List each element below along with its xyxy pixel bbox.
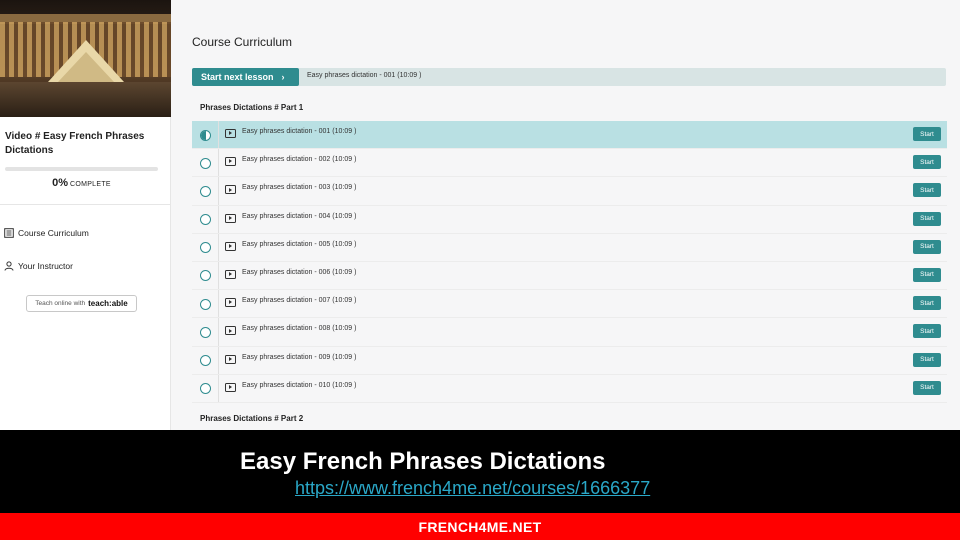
section-title-part-2: Phrases Dictations # Part 2: [200, 414, 304, 423]
lesson-status-icon: [200, 185, 211, 197]
video-icon: [225, 382, 236, 392]
progress-text: 0% COMPLETE: [5, 177, 158, 189]
progress-complete-label: COMPLETE: [69, 181, 111, 188]
start-lesson-button[interactable]: Start: [913, 324, 941, 339]
start-lesson-button[interactable]: Start: [913, 352, 941, 367]
start-lesson-button[interactable]: Start: [913, 239, 941, 254]
lesson-title: Easy phrases dictation - 001 (10:09 ): [242, 128, 357, 135]
lesson-title: Easy phrases dictation - 004 (10:09 ): [242, 212, 357, 220]
start-next-lesson-label: Start next lesson: [201, 72, 274, 82]
banner-title: Easy French Phrases Dictations: [240, 448, 606, 475]
lesson-status-icon: [200, 298, 211, 310]
lesson-status-icon: [200, 242, 211, 254]
progress-bar: [5, 167, 158, 171]
row-divider: [218, 149, 219, 177]
footer-site-name: FRENCH4ME.NET: [418, 518, 542, 535]
next-lesson-title: Easy phrases dictation - 001 (10:09 ): [307, 72, 422, 79]
start-next-lesson-button[interactable]: Start next lesson ›: [192, 68, 299, 86]
course-title: Video # Easy French Phrases Dictations: [5, 131, 145, 156]
lesson-row[interactable]: Easy phrases dictation - 001 (10:09 ) Sta…: [192, 121, 947, 150]
video-icon: [225, 241, 236, 251]
start-lesson-button[interactable]: Start: [913, 127, 941, 141]
footer-banner: FRENCH4ME.NET: [0, 513, 960, 540]
lesson-title: Easy phrases dictation - 006 (10:09 ): [242, 268, 357, 276]
video-icon: [225, 354, 236, 364]
video-icon: [225, 185, 236, 195]
course-url-link[interactable]: https://www.french4me.net/courses/166637…: [295, 478, 650, 499]
lesson-title: Easy phrases dictation - 002 (10:09 ): [242, 156, 357, 164]
row-divider: [218, 346, 219, 374]
pyramid-shade: [58, 52, 114, 82]
chevron-right-icon: ›: [281, 72, 285, 82]
course-thumbnail: [0, 0, 171, 117]
lesson-row[interactable]: Easy phrases dictation - 009 (10:09 ) Sta…: [192, 346, 947, 375]
lesson-status-icon: [200, 270, 211, 282]
video-icon: [225, 269, 236, 279]
next-lesson-bar: Start next lesson › Easy phrases dictati…: [192, 68, 946, 86]
start-lesson-button[interactable]: Start: [913, 183, 941, 198]
start-lesson-button[interactable]: Start: [913, 380, 941, 395]
lesson-status-icon: [200, 129, 211, 141]
lesson-title: Easy phrases dictation - 009 (10:09 ): [242, 353, 357, 361]
progress-percent: 0%: [52, 177, 68, 189]
lesson-list: Easy phrases dictation - 001 (10:09 ) Sta…: [192, 121, 947, 403]
lesson-row[interactable]: Easy phrases dictation - 002 (10:09 ) Sta…: [192, 149, 947, 178]
video-icon: [225, 157, 236, 167]
row-divider: [218, 121, 219, 149]
section-title-part-1: Phrases Dictations # Part 1: [200, 103, 304, 112]
row-divider: [218, 205, 219, 233]
lesson-row[interactable]: Easy phrases dictation - 010 (10:09 ) Sta…: [192, 374, 947, 403]
row-divider: [218, 374, 219, 402]
curriculum-icon: [4, 228, 14, 238]
row-divider: [218, 233, 219, 261]
lesson-status-icon: [200, 157, 211, 169]
sidebar-item-course-curriculum[interactable]: Course Curriculum: [4, 228, 89, 238]
lesson-title: Easy phrases dictation - 005 (10:09 ): [242, 240, 357, 248]
row-divider: [218, 177, 219, 205]
video-icon: [225, 326, 236, 336]
row-divider: [218, 290, 219, 318]
lesson-row[interactable]: Easy phrases dictation - 005 (10:09 ) Sta…: [192, 233, 947, 262]
lesson-title: Easy phrases dictation - 008 (10:09 ): [242, 325, 357, 333]
lesson-row[interactable]: Easy phrases dictation - 006 (10:09 ) Sta…: [192, 261, 947, 291]
start-lesson-button[interactable]: Start: [913, 267, 941, 282]
user-icon: [4, 261, 14, 271]
video-icon: [225, 129, 236, 138]
lesson-status-icon: [200, 326, 211, 338]
lesson-row[interactable]: Easy phrases dictation - 004 (10:09 ) Sta…: [192, 205, 947, 234]
start-lesson-button[interactable]: Start: [913, 211, 941, 226]
row-divider: [218, 318, 219, 346]
teach-prefix: Teach online with: [35, 300, 86, 307]
sidebar: Video # Easy French Phrases Dictations 0…: [0, 0, 171, 430]
sidebar-item-your-instructor[interactable]: Your Instructor: [4, 261, 73, 271]
lesson-title: Easy phrases dictation - 010 (10:09 ): [242, 381, 357, 389]
sidebar-divider: [0, 204, 171, 205]
lesson-title: Easy phrases dictation - 007 (10:09 ): [242, 297, 357, 305]
lesson-status-icon: [200, 214, 211, 226]
lesson-row[interactable]: Easy phrases dictation - 008 (10:09 ) Sta…: [192, 318, 947, 347]
lesson-row[interactable]: Easy phrases dictation - 007 (10:09 ) Sta…: [192, 290, 947, 319]
row-divider: [218, 261, 219, 290]
teachable-logo: teach:able: [88, 299, 128, 308]
lesson-title: Easy phrases dictation - 003 (10:09 ): [242, 184, 357, 192]
video-icon: [225, 298, 236, 308]
start-lesson-button[interactable]: Start: [913, 155, 941, 170]
lesson-status-icon: [200, 355, 211, 366]
courtyard: [0, 82, 171, 117]
video-icon: [225, 213, 236, 223]
lesson-status-icon: [200, 383, 211, 395]
start-lesson-button[interactable]: Start: [913, 296, 941, 311]
lesson-row[interactable]: Easy phrases dictation - 003 (10:09 ) Sta…: [192, 177, 947, 206]
teachable-badge[interactable]: Teach online with teach:able: [26, 295, 137, 312]
sidebar-item-label: Course Curriculum: [18, 228, 89, 238]
sidebar-item-label: Your Instructor: [18, 261, 73, 271]
page-title: Course Curriculum: [192, 35, 293, 49]
